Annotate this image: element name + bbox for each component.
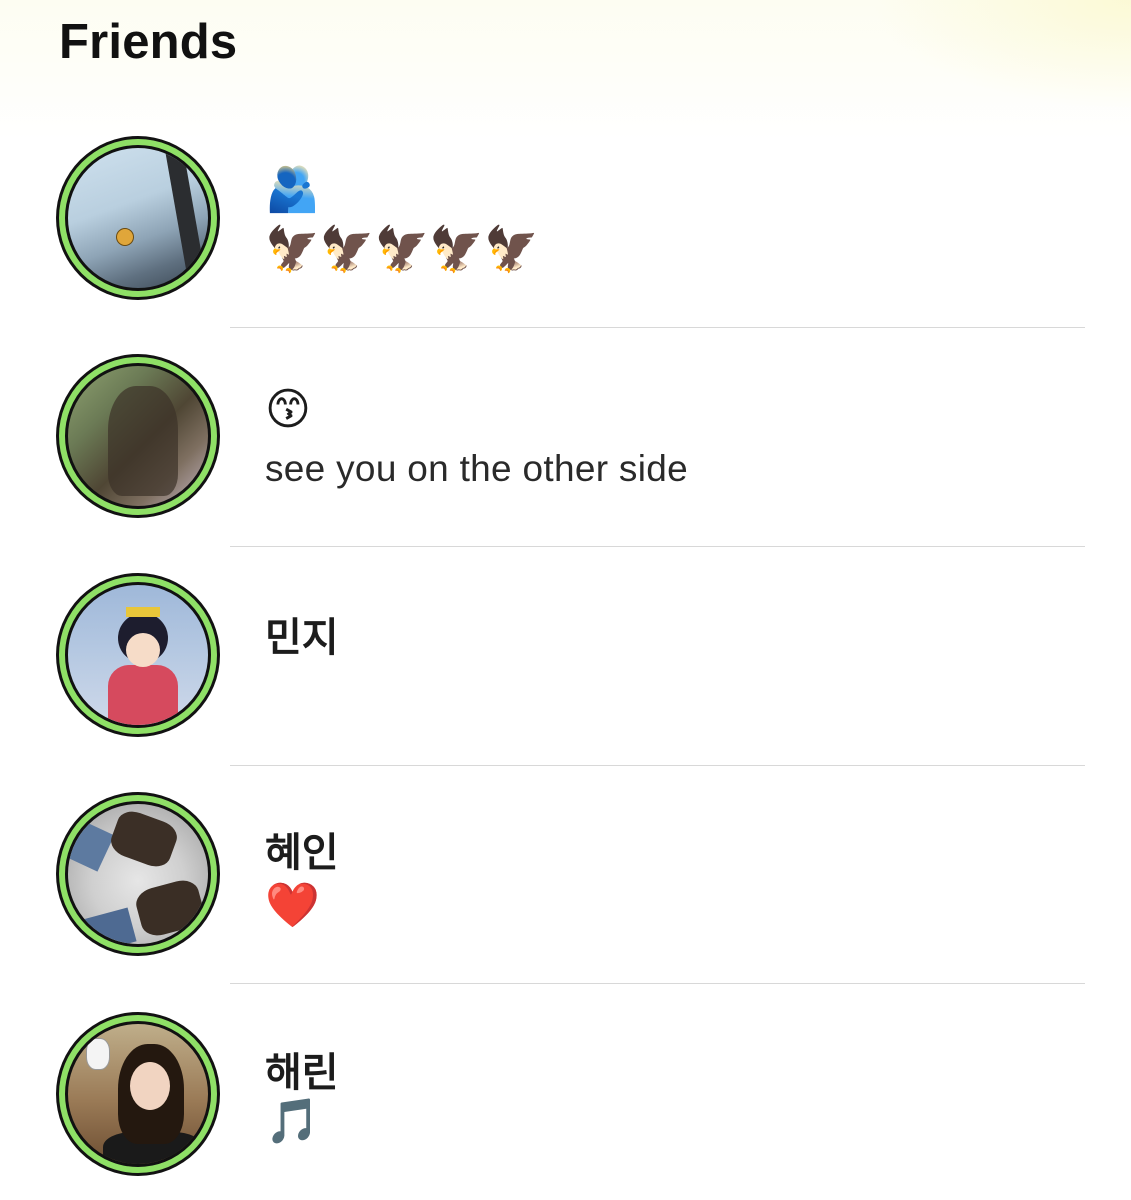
story-ring [59, 1015, 217, 1173]
avatar-photo [65, 582, 211, 728]
friend-row-1[interactable]: 🫂 🦅🦅🦅🦅🦅 [0, 110, 1131, 328]
avatar-photo [65, 1021, 211, 1167]
avatar-photo [65, 145, 211, 291]
story-ring [59, 576, 217, 734]
friend-row-5[interactable]: 해린 🎵 [0, 984, 1131, 1200]
friend-name: 해린 [265, 1050, 339, 1096]
window-sky-photo-avatar[interactable] [56, 136, 220, 300]
story-ring [59, 795, 217, 953]
shoes-photo-avatar[interactable] [56, 792, 220, 956]
friend-status-text: see you on the other side [265, 448, 689, 489]
page-title: Friends [59, 15, 238, 69]
music-note-icon: 🎵 [265, 1096, 320, 1147]
friend-row-3[interactable]: 민지 [0, 547, 1131, 765]
story-ring [59, 139, 217, 297]
friend-status-emoji: 🦅🦅🦅🦅🦅 [265, 224, 539, 275]
friend-name: 혜인 [265, 830, 339, 876]
friends-screen: Friends 🫂 🦅🦅🦅🦅🦅 😙 see you on the other s [0, 0, 1131, 1200]
friend-row-4[interactable]: 혜인 ❤️ [0, 766, 1131, 984]
anime-girl-avatar[interactable] [56, 573, 220, 737]
avatar-photo [65, 363, 211, 509]
heart-icon: ❤️ [265, 880, 320, 931]
top-glow [871, 0, 1131, 110]
friend-name: 민지 [265, 615, 339, 661]
friend-name-emoji: 🫂 [265, 164, 320, 215]
girl-selfie-avatar[interactable] [56, 1012, 220, 1176]
friend-name-emoji: 😙 [265, 384, 311, 435]
friend-row-2[interactable]: 😙 see you on the other side [0, 328, 1131, 546]
avatar-photo [65, 801, 211, 947]
story-ring [59, 357, 217, 515]
reflection-photo-avatar[interactable] [56, 354, 220, 518]
